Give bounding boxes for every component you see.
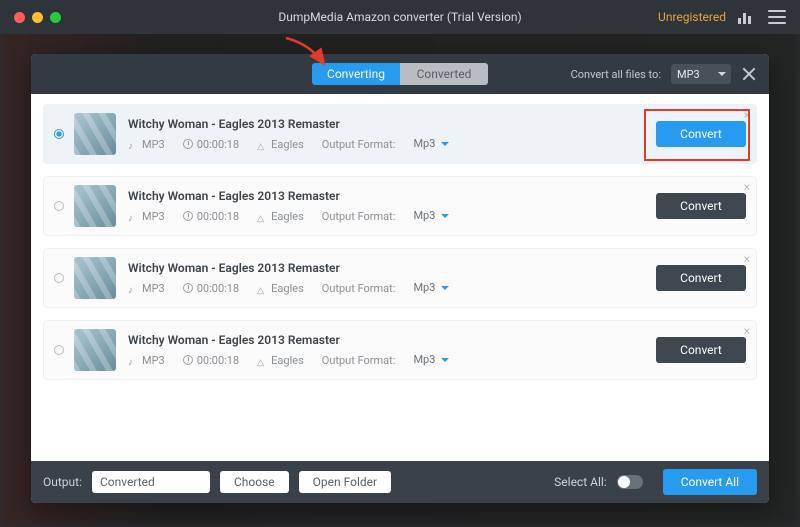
- track-radio[interactable]: [54, 201, 64, 211]
- output-format-label: Output Format:: [322, 354, 396, 367]
- clock-icon: [183, 211, 193, 221]
- track-artist: Eagles: [271, 210, 304, 223]
- convert-all-files-to-label: Convert all files to:: [571, 68, 661, 81]
- track-artist: Eagles: [271, 282, 304, 295]
- tab-converting[interactable]: Converting: [312, 63, 400, 85]
- clock-icon: [183, 139, 193, 149]
- output-path-field[interactable]: [92, 471, 210, 493]
- track-title: Witchy Woman - Eagles 2013 Remaster: [128, 261, 646, 275]
- minimize-window-icon[interactable]: [32, 12, 43, 23]
- maximize-window-icon[interactable]: [50, 12, 61, 23]
- track-thumbnail: [74, 113, 116, 155]
- panel-header: Converting Converted Convert all files t…: [31, 54, 769, 94]
- select-all-label: Select All:: [554, 475, 607, 489]
- traffic-lights: [14, 12, 61, 23]
- clock-icon: [183, 355, 193, 365]
- convert-button[interactable]: Convert: [656, 193, 746, 219]
- track-duration: 00:00:18: [197, 138, 239, 151]
- track-row: Witchy Woman - Eagles 2013 Remaster MP3 …: [43, 320, 757, 380]
- convert-all-button[interactable]: Convert All: [663, 469, 757, 495]
- track-list: Witchy Woman - Eagles 2013 Remaster MP3 …: [31, 94, 769, 461]
- remove-track-icon[interactable]: ×: [744, 109, 750, 121]
- track-format-chip: MP3: [142, 138, 165, 151]
- convert-button[interactable]: Convert: [656, 265, 746, 291]
- artist-icon: [257, 355, 267, 365]
- output-format-select[interactable]: Mp3: [413, 209, 449, 222]
- window-titlebar: DumpMedia Amazon converter (Trial Versio…: [0, 0, 800, 34]
- convert-button[interactable]: Convert: [656, 337, 746, 363]
- track-duration: 00:00:18: [197, 210, 239, 223]
- panel-footer: Output: Choose Open Folder Select All: C…: [31, 461, 769, 503]
- remove-track-icon[interactable]: ×: [744, 325, 750, 337]
- track-radio[interactable]: [54, 273, 64, 283]
- remove-track-icon[interactable]: ×: [744, 253, 750, 265]
- track-thumbnail: [74, 185, 116, 227]
- music-note-icon: [128, 355, 138, 365]
- tab-converted[interactable]: Converted: [400, 63, 488, 85]
- track-title: Witchy Woman - Eagles 2013 Remaster: [128, 333, 646, 347]
- artist-icon: [257, 211, 267, 221]
- open-folder-button[interactable]: Open Folder: [299, 471, 391, 493]
- output-label: Output:: [43, 475, 82, 489]
- track-row: Witchy Woman - Eagles 2013 Remaster MP3 …: [43, 248, 757, 308]
- menu-icon[interactable]: [768, 10, 786, 24]
- track-title: Witchy Woman - Eagles 2013 Remaster: [128, 117, 646, 131]
- select-all-toggle[interactable]: [617, 475, 643, 489]
- choose-output-button[interactable]: Choose: [220, 471, 289, 493]
- output-format-select[interactable]: Mp3: [413, 353, 449, 366]
- output-format-label: Output Format:: [322, 282, 396, 295]
- track-row: Witchy Woman - Eagles 2013 Remaster MP3 …: [43, 176, 757, 236]
- track-duration: 00:00:18: [197, 282, 239, 295]
- track-thumbnail: [74, 257, 116, 299]
- track-thumbnail: [74, 329, 116, 371]
- close-window-icon[interactable]: [14, 12, 25, 23]
- artist-icon: [257, 283, 267, 293]
- track-format-chip: MP3: [142, 210, 165, 223]
- output-format-select[interactable]: Mp3: [413, 281, 449, 294]
- output-format-label: Output Format:: [322, 138, 396, 151]
- track-artist: Eagles: [271, 354, 304, 367]
- close-panel-icon[interactable]: [741, 66, 757, 82]
- track-row: Witchy Woman - Eagles 2013 Remaster MP3 …: [43, 104, 757, 164]
- remove-track-icon[interactable]: ×: [744, 181, 750, 193]
- track-radio[interactable]: [54, 129, 64, 139]
- equalizer-icon[interactable]: [738, 10, 756, 24]
- artist-icon: [257, 139, 267, 149]
- clock-icon: [183, 283, 193, 293]
- unregistered-label[interactable]: Unregistered: [658, 10, 726, 24]
- track-radio[interactable]: [54, 345, 64, 355]
- music-note-icon: [128, 211, 138, 221]
- global-format-select[interactable]: MP3: [671, 64, 731, 84]
- conversion-panel: Converting Converted Convert all files t…: [31, 54, 769, 503]
- track-format-chip: MP3: [142, 282, 165, 295]
- track-title: Witchy Woman - Eagles 2013 Remaster: [128, 189, 646, 203]
- music-note-icon: [128, 283, 138, 293]
- convert-button[interactable]: Convert: [656, 121, 746, 147]
- music-note-icon: [128, 139, 138, 149]
- output-format-select[interactable]: Mp3: [413, 137, 449, 150]
- track-artist: Eagles: [271, 138, 304, 151]
- track-format-chip: MP3: [142, 354, 165, 367]
- output-format-label: Output Format:: [322, 210, 396, 223]
- track-duration: 00:00:18: [197, 354, 239, 367]
